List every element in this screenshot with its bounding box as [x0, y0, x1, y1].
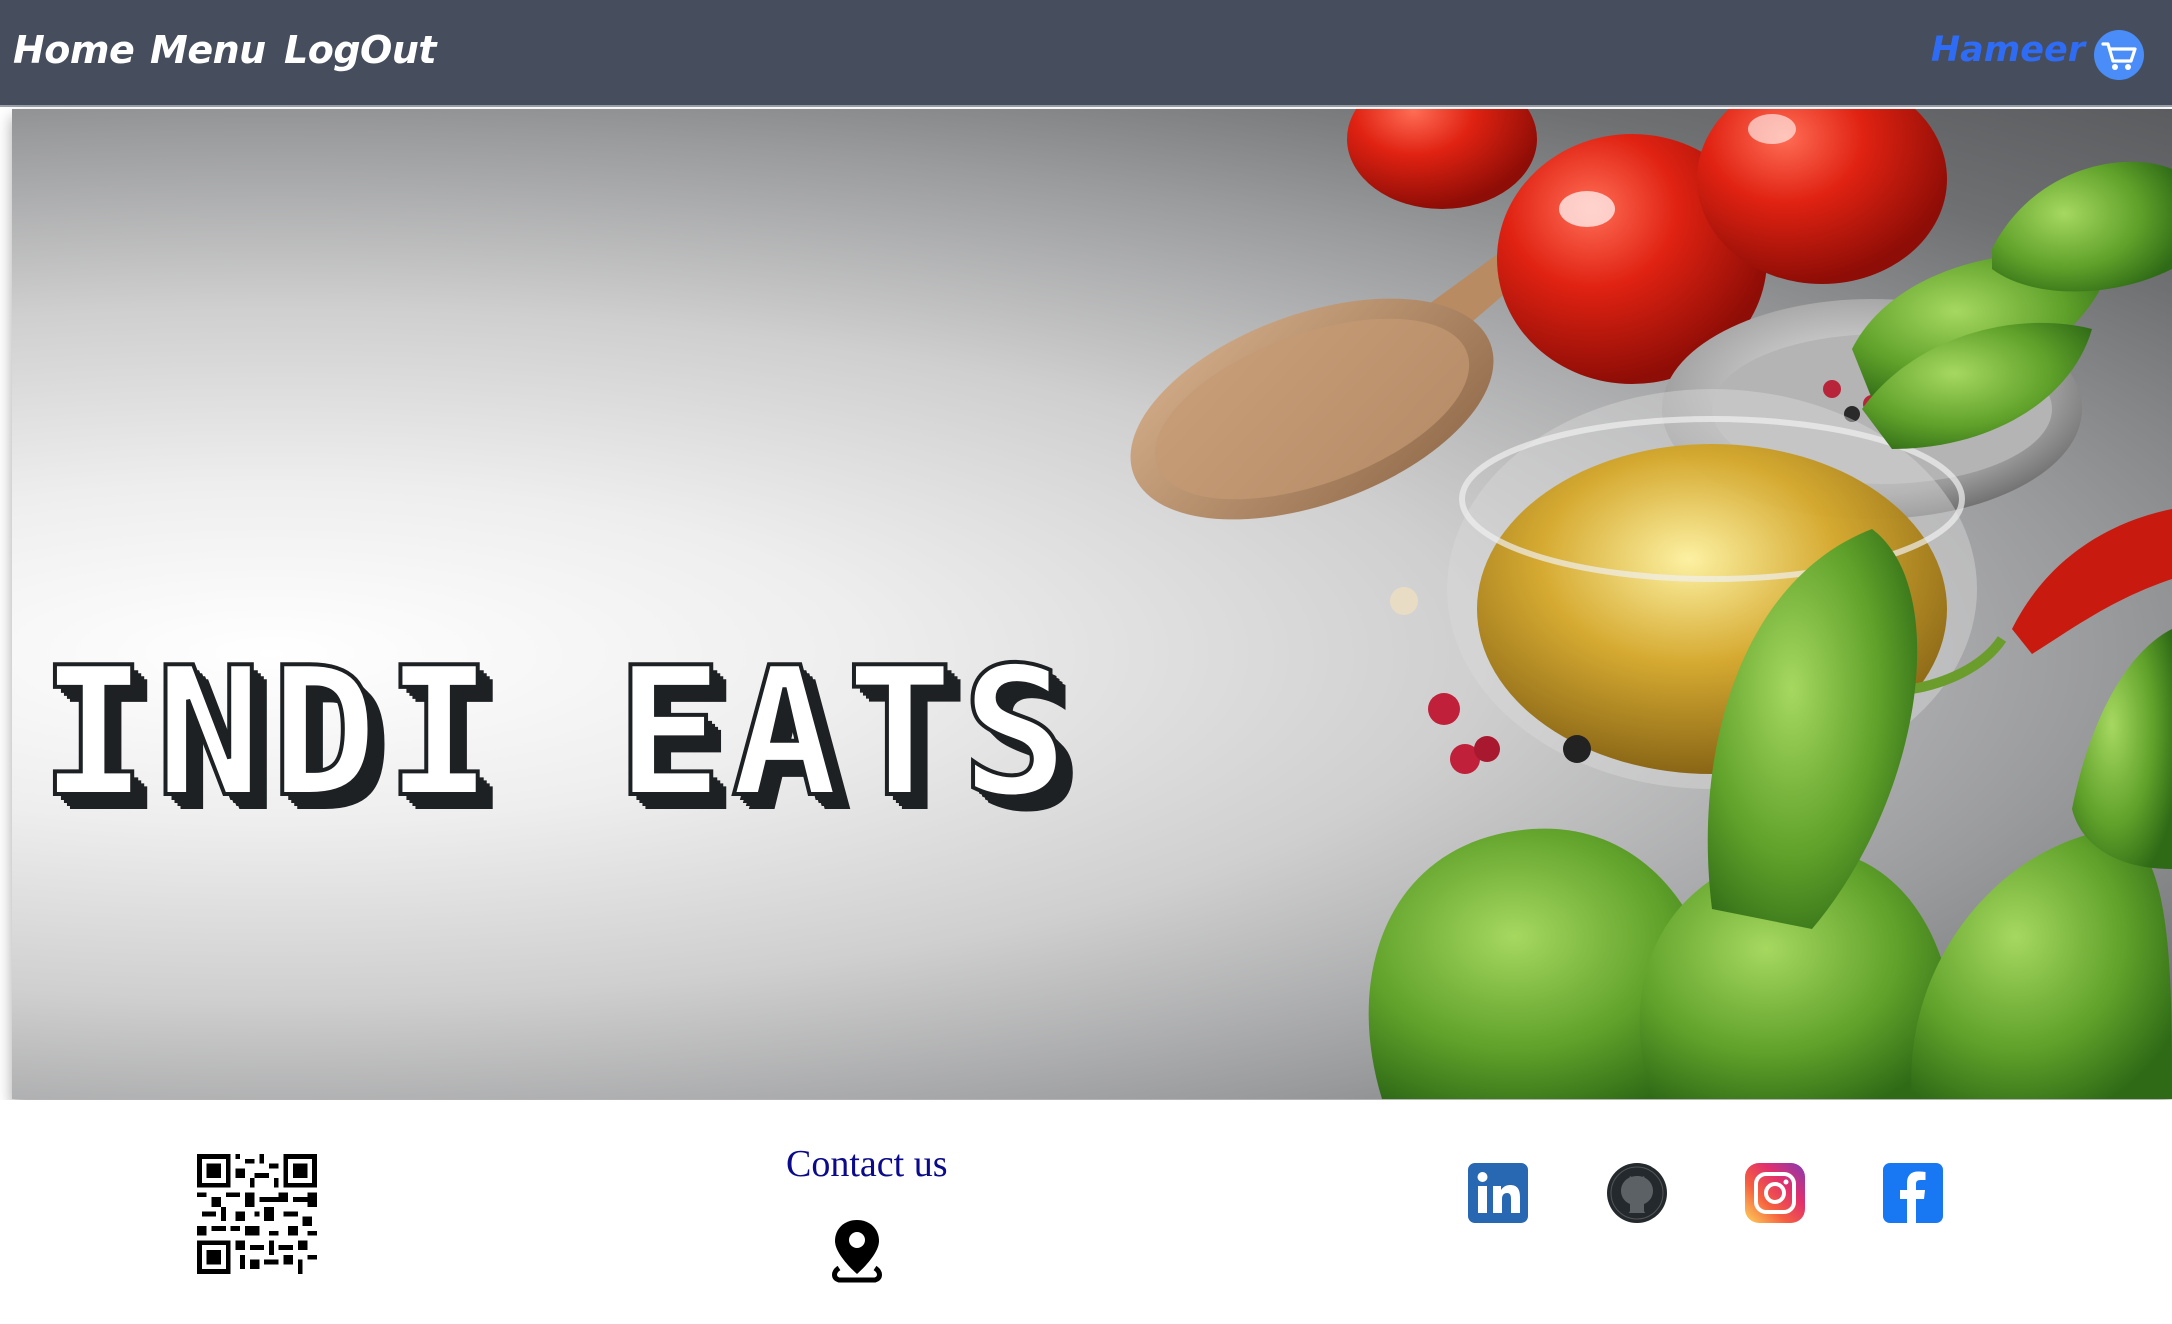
hero-banner: INDI EATS [12, 109, 2172, 1099]
github-icon[interactable] [1606, 1162, 1668, 1224]
facebook-icon[interactable] [1882, 1162, 1944, 1224]
food-ingredients-image [1130, 109, 2172, 1099]
cart-button[interactable] [2094, 30, 2144, 80]
footer: Contact us [0, 1100, 2172, 1324]
nav-menu-link[interactable]: Menu [150, 28, 266, 72]
user-name[interactable]: Hameer [1931, 30, 2085, 70]
location-pin-icon[interactable] [829, 1218, 885, 1284]
cart-icon [2101, 42, 2137, 70]
linkedin-icon[interactable] [1467, 1162, 1529, 1224]
nav-home-link[interactable]: Home [13, 28, 135, 72]
qr-code-icon [197, 1154, 317, 1274]
contact-us-link[interactable]: Contact us [786, 1142, 947, 1186]
nav-logout-link[interactable]: LogOut [284, 28, 437, 72]
navbar: Home Menu LogOut Hameer [0, 0, 2172, 107]
instagram-icon[interactable] [1744, 1162, 1806, 1224]
hero-title: INDI EATS [38, 629, 1077, 836]
